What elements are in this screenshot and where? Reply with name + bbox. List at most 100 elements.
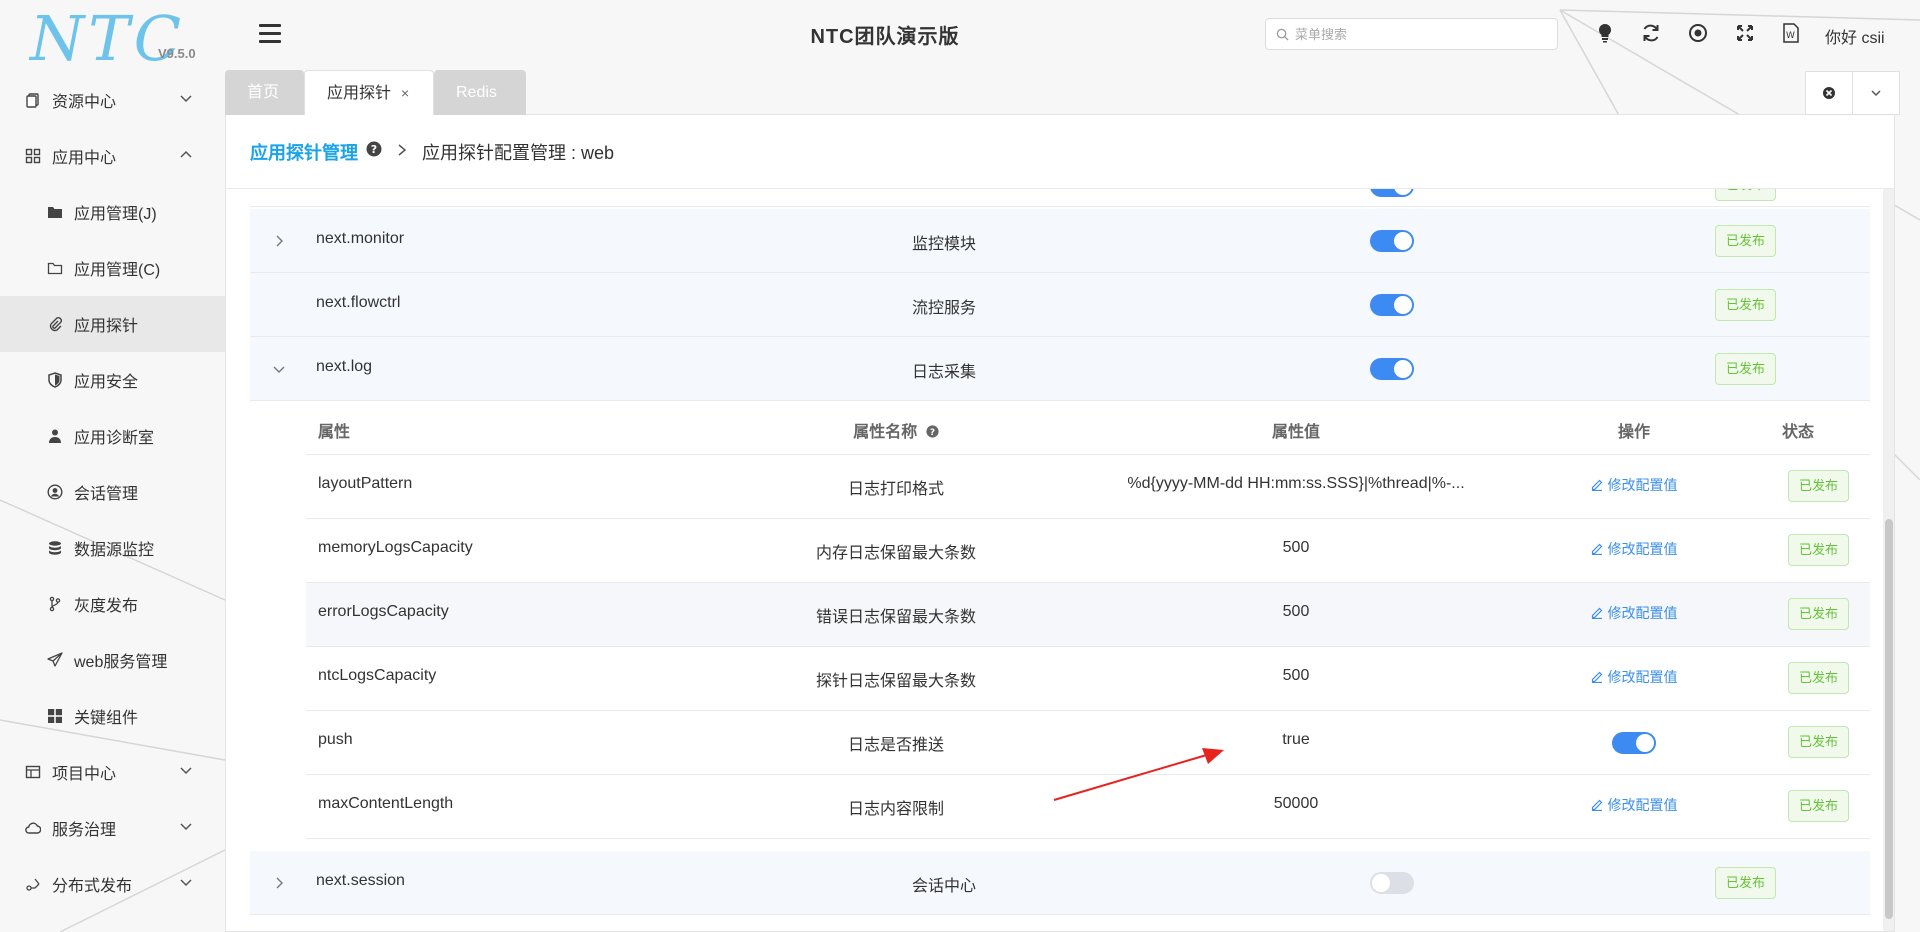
sidebar-item-label: 服务治理 xyxy=(52,822,117,839)
refresh-icon[interactable] xyxy=(1640,22,1662,44)
edit-config-link[interactable]: 修改配置值 xyxy=(1534,795,1734,816)
close-all-tabs-icon[interactable] xyxy=(1806,72,1852,114)
sidebar: NTC V9.5.0 资源中心 应用中心 应用管理(J) 应用管理(C) 应用探… xyxy=(0,0,225,932)
scrollbar-thumb[interactable] xyxy=(1885,519,1893,919)
sidebar-item-project-center[interactable]: 项目中心 xyxy=(0,744,225,800)
sidebar-item-session-manage[interactable]: 会话管理 xyxy=(0,464,225,520)
property-key: ntcLogsCapacity xyxy=(318,667,437,684)
status-badge: 已发布 xyxy=(1788,726,1850,758)
user-greeting[interactable]: 你好 csii xyxy=(1825,24,1885,48)
property-row: layoutPattern 日志打印格式 %d{yyyy-MM-dd HH:mm… xyxy=(306,455,1870,519)
sidebar-item-gray-release[interactable]: 灰度发布 xyxy=(0,576,225,632)
property-key: layoutPattern xyxy=(318,475,413,492)
property-name: 日志打印格式 xyxy=(847,481,944,498)
edit-config-link[interactable]: 修改配置值 xyxy=(1534,667,1734,688)
folder-icon xyxy=(46,203,64,221)
module-name: next.monitor xyxy=(316,230,405,247)
doctor-icon xyxy=(46,427,64,445)
sidebar-item-label: 应用诊断室 xyxy=(74,430,155,447)
breadcrumb-root-link[interactable]: 应用探针管理 xyxy=(250,139,358,165)
user-circle-icon xyxy=(46,483,64,501)
edit-icon xyxy=(1591,671,1602,683)
edit-config-link[interactable]: 修改配置值 xyxy=(1534,603,1734,624)
module-name: next.log xyxy=(316,358,373,375)
grid-icon xyxy=(24,147,42,165)
word-doc-icon[interactable]: W xyxy=(1780,22,1802,44)
edit-config-link[interactable]: 修改配置值 xyxy=(1534,475,1734,496)
tab-label: 应用探针 xyxy=(327,85,392,102)
property-row: errorLogsCapacity 错误日志保留最大条数 500 修改配置值 已… xyxy=(306,583,1870,647)
sidebar-item-service-governance[interactable]: 服务治理 xyxy=(0,800,225,856)
push-toggle[interactable] xyxy=(1612,732,1656,754)
sidebar-item-resource-center[interactable]: 资源中心 xyxy=(0,72,225,128)
status-badge: 已发布 xyxy=(1788,790,1850,822)
module-row-session: next.session 会话中心 已发布 xyxy=(250,851,1870,915)
property-value: 500 xyxy=(1282,603,1310,620)
send-icon xyxy=(46,651,64,669)
module-toggle[interactable] xyxy=(1370,294,1414,316)
status-badge: 已发布 xyxy=(1715,353,1777,385)
svg-text:W: W xyxy=(1786,31,1795,41)
fullscreen-icon[interactable] xyxy=(1734,22,1756,44)
chevron-right-icon[interactable] xyxy=(270,874,288,892)
edit-icon xyxy=(1591,607,1602,619)
record-icon[interactable] xyxy=(1687,22,1709,44)
sidebar-item-app-diagnosis[interactable]: 应用诊断室 xyxy=(0,408,225,464)
sidebar-item-app-manage-c[interactable]: 应用管理(C) xyxy=(0,240,225,296)
property-name: 探针日志保留最大条数 xyxy=(815,673,976,690)
chevron-down-icon xyxy=(180,879,192,887)
module-toggle[interactable] xyxy=(1370,230,1414,252)
sidebar-item-app-security[interactable]: 应用安全 xyxy=(0,352,225,408)
sidebar-item-label: 应用管理(J) xyxy=(74,206,157,223)
module-toggle[interactable] xyxy=(1370,358,1414,380)
status-badge: 已发布 xyxy=(1788,598,1850,630)
status-badge: 已发布 xyxy=(1715,867,1777,899)
column-header: 操作 xyxy=(1617,424,1650,441)
edit-icon xyxy=(1591,543,1602,555)
property-name: 日志是否推送 xyxy=(847,737,944,754)
tab-home[interactable]: 首页 xyxy=(225,70,304,115)
property-value: %d{yyyy-MM-dd HH:mm:ss.SSS}|%thread|%-..… xyxy=(1127,475,1465,492)
tab-app-probe[interactable]: 应用探针 × xyxy=(304,70,434,115)
toggle-switch[interactable] xyxy=(1370,189,1414,197)
deploy-icon xyxy=(24,875,42,893)
module-toggle[interactable] xyxy=(1370,872,1414,894)
search-input[interactable] xyxy=(1295,26,1535,42)
sidebar-item-label: 数据源监控 xyxy=(74,542,155,559)
sidebar-item-app-probe[interactable]: 应用探针 xyxy=(0,296,225,352)
help-icon[interactable]: ? xyxy=(366,141,382,162)
property-key: maxContentLength xyxy=(318,795,454,812)
sidebar-item-app-center[interactable]: 应用中心 xyxy=(0,128,225,184)
status-badge: 已发布 xyxy=(1788,470,1850,502)
sidebar-item-key-components[interactable]: 关键组件 xyxy=(0,688,225,744)
edit-config-link[interactable]: 修改配置值 xyxy=(1534,539,1734,560)
column-header: 属性 xyxy=(318,424,351,441)
menu-toggle-icon[interactable] xyxy=(259,24,281,44)
column-header: 属性名称 ? xyxy=(696,418,1096,442)
sidebar-item-datasource-monitor[interactable]: 数据源监控 xyxy=(0,520,225,576)
help-icon[interactable]: ? xyxy=(926,425,939,438)
chevron-down-icon[interactable] xyxy=(270,360,288,378)
tab-redis[interactable]: Redis xyxy=(434,70,526,115)
tab-bar: 首页 应用探针 × Redis xyxy=(225,70,1900,115)
branch-icon xyxy=(46,595,64,613)
close-icon[interactable]: × xyxy=(401,85,409,101)
chevron-down-icon xyxy=(180,767,192,775)
sidebar-item-label: 资源中心 xyxy=(52,94,117,111)
module-desc: 日志采集 xyxy=(912,364,977,381)
status-badge: 已发布 xyxy=(1715,289,1777,321)
property-row: push 日志是否推送 true 已发布 xyxy=(306,711,1870,775)
property-key: push xyxy=(318,731,353,748)
sidebar-item-distributed-release[interactable]: 分布式发布 xyxy=(0,856,225,912)
bulb-icon[interactable] xyxy=(1594,22,1616,44)
sidebar-item-app-manage-j[interactable]: 应用管理(J) xyxy=(0,184,225,240)
vertical-scrollbar[interactable] xyxy=(1883,189,1894,931)
menu-search[interactable] xyxy=(1265,18,1558,50)
chevron-right-icon[interactable] xyxy=(270,232,288,250)
database-icon xyxy=(46,539,64,557)
file-copy-icon xyxy=(24,91,42,109)
table-row: 已发布 xyxy=(250,189,1870,207)
sidebar-item-web-service[interactable]: web服务管理 xyxy=(0,632,225,688)
module-row-monitor: next.monitor 监控模块 已发布 xyxy=(250,209,1870,273)
tab-menu-chevron-icon[interactable] xyxy=(1852,72,1899,114)
